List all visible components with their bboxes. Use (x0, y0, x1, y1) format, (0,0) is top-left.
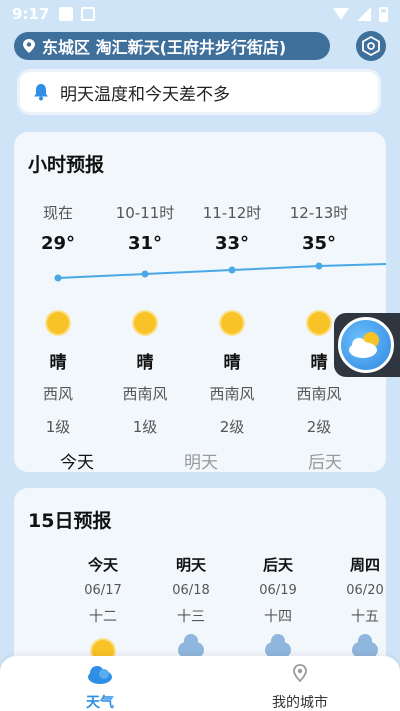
settings-button[interactable] (356, 31, 386, 61)
nav-weather[interactable]: 天气 (40, 664, 160, 711)
day-name: 明天 (175, 556, 206, 574)
hour-temp: 33° (214, 233, 250, 254)
status-bar: 9:17 (0, 0, 400, 28)
hour-wind-level: 2级 (306, 418, 332, 436)
sun-icon (47, 312, 69, 334)
hour-wind-level: 1级 (45, 418, 71, 436)
hour-column[interactable]: 10-11时 31° (107, 202, 183, 254)
day-name: 今天 (87, 556, 118, 574)
day-column[interactable]: 明天 06/18 十三 (161, 554, 221, 658)
floating-bubble (338, 317, 394, 373)
notice-text: 明天温度和今天差不多 (60, 84, 230, 105)
sun-icon (308, 312, 330, 334)
nav-my-city[interactable]: 我的城市 (240, 664, 360, 711)
trend-point (228, 266, 236, 274)
hour-detail: 晴 西南风 2级 (194, 312, 270, 437)
status-time: 9:17 (12, 5, 50, 23)
weather-notice[interactable]: 明天温度和今天差不多 (20, 72, 378, 112)
notification-icon (59, 7, 74, 21)
weather-cloud-icon (88, 666, 112, 684)
hour-detail: 晴 西南风 1级 (107, 312, 183, 437)
hour-label: 12-13时 (289, 204, 349, 222)
hour-wind: 西风 (42, 385, 73, 403)
tab-day-after[interactable]: 后天 (308, 448, 342, 472)
location-text: 东城区 淘汇新天(王府井步行街店) (42, 38, 287, 57)
hour-column[interactable]: 现在 29° (20, 202, 96, 254)
day-lunar: 十三 (177, 609, 205, 625)
hour-label: 现在 (42, 204, 73, 222)
hour-wind: 西南风 (296, 385, 342, 403)
day-lunar: 十四 (264, 609, 292, 625)
temperature-trend-line (54, 262, 386, 282)
hour-column[interactable]: 12-13时 35° (281, 202, 357, 254)
sun-icon (221, 312, 243, 334)
app-notification-icon (81, 7, 96, 21)
hourly-title: 小时预报 (28, 154, 105, 176)
battery-icon (379, 6, 388, 22)
nav-weather-label: 天气 (86, 695, 114, 711)
daily-title: 15日预报 (28, 510, 112, 532)
day-name: 周四 (349, 556, 380, 574)
hour-wind: 西南风 (122, 385, 168, 403)
partly-cloudy-icon (349, 332, 379, 358)
hour-wind: 西南风 (209, 385, 255, 403)
day-date: 06/18 (172, 583, 210, 598)
hour-label: 10-11时 (115, 204, 175, 222)
hour-wind-level: 2级 (219, 418, 245, 436)
trend-point (315, 262, 323, 270)
hour-condition: 晴 (136, 353, 154, 373)
hour-temp: 31° (127, 233, 163, 254)
hour-temp: 29° (40, 233, 76, 254)
day-lunar: 十二 (89, 609, 117, 625)
day-date: 06/17 (84, 583, 122, 598)
top-bar: 东城区 淘汇新天(王府井步行街店) (14, 31, 386, 62)
hour-condition: 晴 (49, 353, 67, 373)
tab-tomorrow[interactable]: 明天 (184, 448, 218, 472)
hour-label: 11-12时 (202, 204, 262, 222)
day-tabs: 今天 明天 后天 (14, 438, 386, 472)
hour-condition: 晴 (223, 353, 241, 373)
day-column[interactable]: 周四 06/20 十五 (335, 554, 395, 658)
trend-point (141, 270, 149, 278)
day-column[interactable]: 今天 06/17 十二 (73, 554, 133, 662)
day-lunar: 十五 (351, 609, 379, 625)
location-selector[interactable]: 东城区 淘汇新天(王府井步行街店) (14, 32, 330, 60)
hour-wind-level: 1级 (132, 418, 158, 436)
day-date: 06/20 (346, 583, 384, 598)
hour-column[interactable]: 11-12时 33° (194, 202, 270, 254)
tab-today[interactable]: 今天 (60, 448, 94, 472)
city-pin-icon (293, 664, 307, 683)
settings-hexagon-icon (362, 36, 380, 56)
wifi-icon (333, 8, 349, 20)
signal-icon (357, 7, 371, 21)
sun-icon (134, 312, 156, 334)
hour-temp: 35° (301, 233, 337, 254)
bottom-nav: 天气 我的城市 (0, 656, 400, 711)
day-date: 06/19 (259, 583, 297, 598)
location-pin-icon (23, 39, 35, 53)
day-column[interactable]: 后天 06/19 十四 (248, 554, 308, 658)
trend-point (54, 274, 62, 282)
nav-city-label: 我的城市 (272, 695, 328, 711)
day-name: 后天 (262, 556, 293, 574)
floating-weather-button[interactable] (334, 313, 400, 377)
hour-detail: 晴 西风 1级 (20, 312, 96, 437)
hourly-forecast-card: 小时预报 现在 29° 10-11时 31° 11-12时 33° 12-13时… (14, 132, 386, 472)
bell-icon (34, 84, 48, 101)
